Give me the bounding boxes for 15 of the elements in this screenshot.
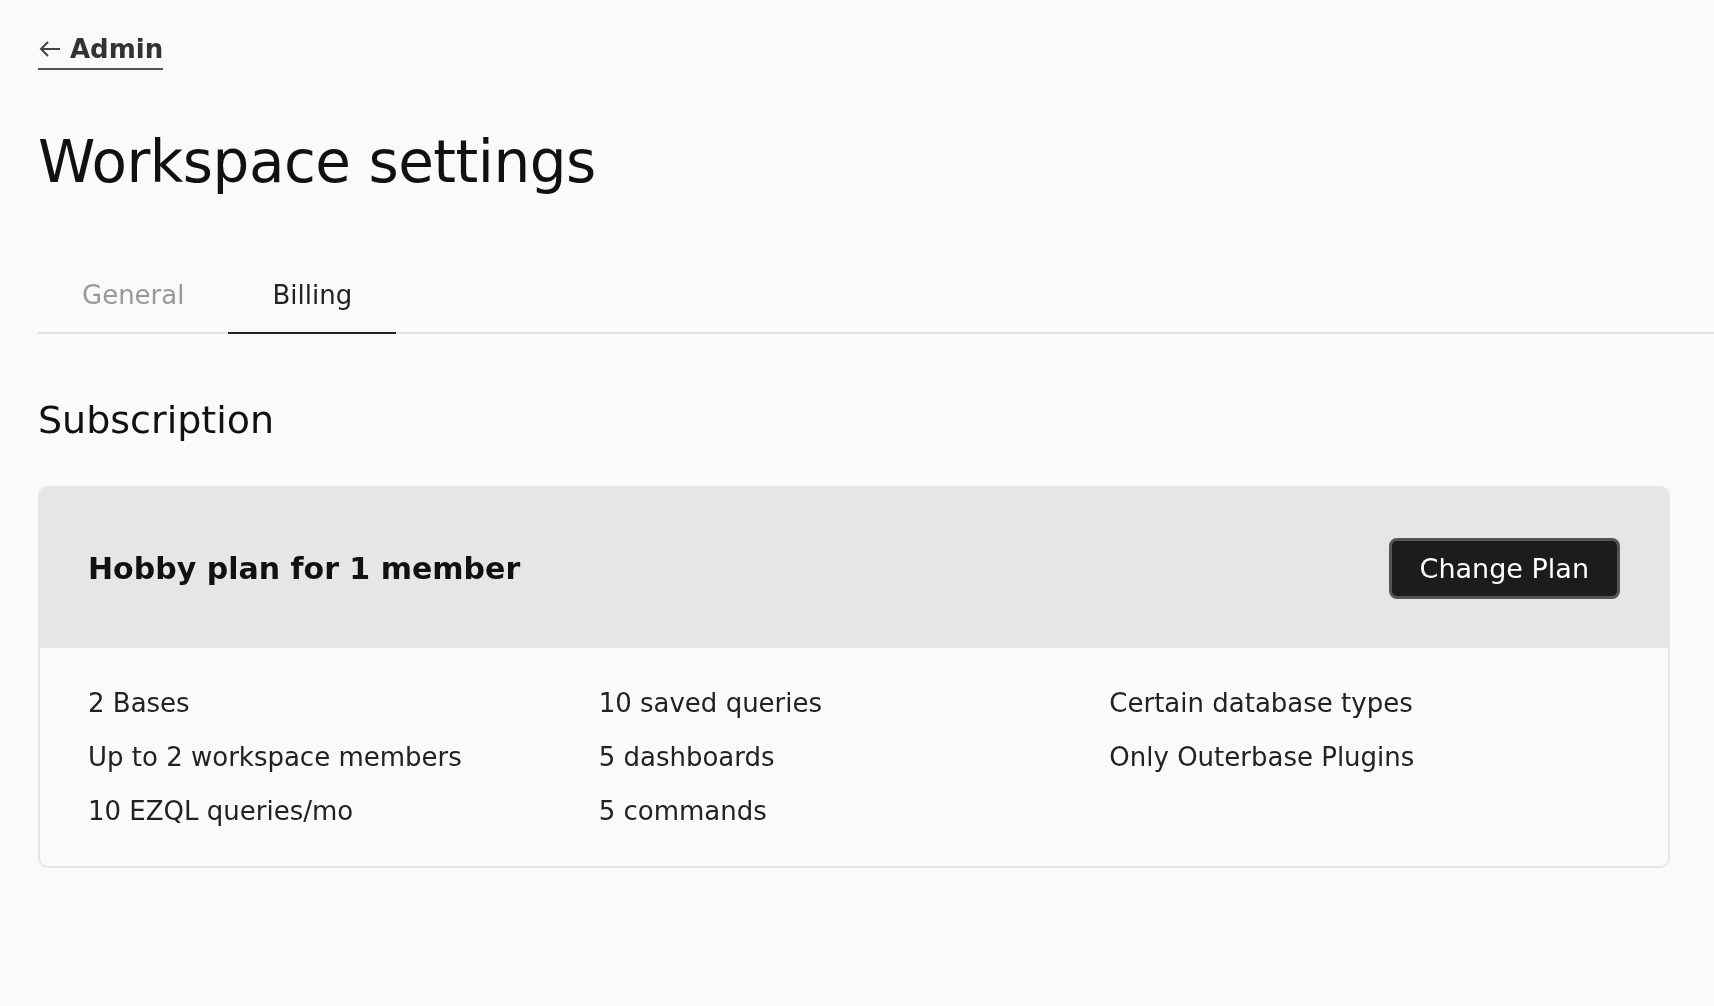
plan-feature: 2 Bases xyxy=(88,688,191,718)
back-link[interactable]: Admin xyxy=(38,34,164,70)
tab[interactable]: Billing xyxy=(228,258,397,334)
page-title: Workspace settings xyxy=(38,128,597,196)
change-plan-button[interactable]: Change Plan xyxy=(1388,537,1620,599)
plan-feature: 10 EZQL queries/mo xyxy=(88,796,355,826)
plan-feature: 10 saved queries xyxy=(598,688,824,718)
plan-feature: Up to 2 workspace members xyxy=(88,742,463,772)
plan-feature: 5 dashboards xyxy=(598,742,776,772)
back-arrow-icon xyxy=(38,39,62,59)
plan-feature: 5 commands xyxy=(598,796,768,826)
section-title: Subscription xyxy=(38,398,276,442)
plan-title: Hobby plan for 1 member xyxy=(88,550,521,586)
plan-feature: Certain database types xyxy=(1109,688,1414,718)
plan-feature: Only Outerbase Plugins xyxy=(1109,742,1416,772)
